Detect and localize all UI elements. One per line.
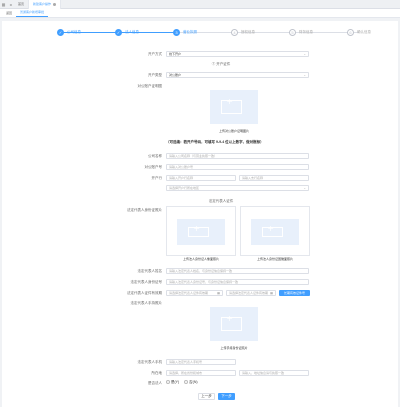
legal-front-upload-area[interactable]: + bbox=[177, 219, 225, 245]
legal-phone-label: 法定代表人手机 bbox=[137, 360, 163, 364]
account-type-value: 对公账户 bbox=[169, 73, 182, 77]
legal-id-label: 法定代表人身份证照片 bbox=[127, 208, 162, 212]
legal-valid-start-placeholder: 请选择法定代表人证件有效期 bbox=[169, 291, 209, 295]
account-type-label: 开户类型 bbox=[148, 73, 162, 77]
open-cert-title: ① 开户证件 bbox=[211, 62, 231, 66]
legal-hand-upload-link[interactable]: 上传手持身份证照片 bbox=[202, 346, 266, 350]
open-method-select[interactable]: 线下开户 ⌄ bbox=[166, 51, 309, 57]
step-1-label: 公司信息 bbox=[67, 30, 81, 34]
tab-home[interactable]: 首页 bbox=[14, 0, 28, 9]
legal-back-upload-area[interactable]: + bbox=[251, 219, 299, 245]
bank-region-placeholder: 请选择开户行所在地区 bbox=[169, 186, 200, 190]
license-label: 对公账户证明图 bbox=[137, 84, 163, 88]
plus-icon: + bbox=[226, 96, 233, 108]
plus-icon: + bbox=[193, 224, 200, 236]
company-name-label: 公司名称 bbox=[148, 154, 162, 158]
top-tab-bar: ▦ ◂ 首页 新建客户操作 bbox=[0, 0, 400, 9]
step-3-icon: 3 bbox=[173, 29, 180, 36]
step-4-label: 授权信息 bbox=[241, 30, 255, 34]
step-5-label: 财务信息 bbox=[299, 30, 313, 34]
bank-region-select[interactable]: 请选择开户行所在地区 ⌄ bbox=[166, 185, 309, 191]
subtab-approval[interactable]: 普通客户新增审批 bbox=[16, 10, 49, 17]
region-address-input[interactable]: 请输入，地址信息请与执照一致 bbox=[239, 370, 309, 376]
legal-name-input[interactable]: 请输入法定代表人姓名，与身份证信息保持一致 bbox=[166, 268, 309, 274]
step-3-label: 营业执照 bbox=[183, 30, 197, 34]
step-indicator: ✓ 公司信息 ✓ 法人信息 3 营业执照 4 授权信息 5 财务信息 6 确认信… bbox=[57, 29, 377, 39]
calendar-icon: ▦ bbox=[217, 291, 220, 295]
open-method-label: 开户方式 bbox=[148, 52, 162, 56]
legal-back-box: + bbox=[240, 206, 310, 256]
radio-circle-icon bbox=[166, 380, 170, 385]
step-2-icon: ✓ bbox=[115, 29, 122, 36]
sub-tab-bar: 返回 普通客户新增审批 bbox=[0, 9, 400, 18]
next-button[interactable]: 下一步 bbox=[218, 393, 235, 400]
chevron-down-icon: ⌄ bbox=[303, 186, 306, 190]
legal-valid-start-input[interactable]: 请选择法定代表人证件有效期 ▦ bbox=[166, 290, 223, 296]
bank-label: 开户行 bbox=[151, 176, 163, 180]
chevron-down-icon: ⌄ bbox=[303, 73, 306, 77]
is-legal-radio-group: 是(Y) 否(N) bbox=[166, 380, 198, 385]
legal-valid-end-placeholder: 请选择法定代表人证件有效期 bbox=[229, 291, 269, 295]
legal-back-upload-link[interactable]: 上传法人身份证国徽面照片 bbox=[240, 257, 310, 261]
chevron-down-icon: ⌄ bbox=[303, 52, 306, 56]
step-line bbox=[179, 32, 359, 33]
radio-circle-icon bbox=[184, 380, 189, 385]
tab-new-customer[interactable]: 新建客户操作 bbox=[28, 0, 62, 9]
bank-name-input[interactable]: 请输入开户行名称 bbox=[166, 175, 236, 181]
step-6-label: 确认信息 bbox=[357, 30, 371, 34]
legal-front-box: + bbox=[166, 206, 236, 256]
region-label: 所在地 bbox=[151, 371, 163, 375]
license-upload-link[interactable]: 上传对公账户证明图片 bbox=[202, 129, 266, 133]
tab-new-customer-label: 新建客户操作 bbox=[33, 2, 52, 6]
company-name-input[interactable]: 请输入公司名称（与营业执照一致） bbox=[166, 153, 309, 159]
legal-valid-end-input[interactable]: 请选择法定代表人证件有效期 ▦ bbox=[226, 290, 276, 296]
plus-icon: + bbox=[226, 313, 233, 325]
legal-hand-upload-area[interactable]: + bbox=[210, 307, 258, 341]
bank-branch-input[interactable]: 请输入支行名称 bbox=[239, 175, 309, 181]
legal-idno-input[interactable]: 请输入法定代表人身份证号，与身份证信息保持一致 bbox=[166, 279, 309, 285]
close-icon[interactable] bbox=[53, 2, 57, 6]
legal-valid-label: 法定代表人证件有效期 bbox=[127, 291, 162, 295]
plus-icon: + bbox=[267, 224, 274, 236]
legal-idno-label: 法定代表人身份证号 bbox=[130, 280, 163, 284]
radio-no[interactable]: 否(N) bbox=[184, 380, 198, 385]
legal-front-upload-link[interactable]: 上传法人身份证人像面照片 bbox=[166, 257, 236, 261]
legal-name-label: 法定代表人姓名 bbox=[137, 269, 163, 273]
radio-no-label: 否(N) bbox=[189, 380, 198, 384]
is-legal-label: 是否法人 bbox=[148, 381, 162, 385]
open-method-value: 线下开户 bbox=[169, 52, 182, 56]
calendar-icon: ▦ bbox=[270, 291, 273, 295]
legal-phone-input[interactable]: 请输入法定代表人手机号 bbox=[166, 359, 236, 365]
prev-button[interactable]: 上一步 bbox=[198, 393, 215, 400]
step-4-icon: 4 bbox=[231, 29, 238, 36]
step-1-icon: ✓ bbox=[57, 29, 64, 36]
radio-yes[interactable]: 是(Y) bbox=[166, 380, 179, 385]
license-upload-area[interactable]: + bbox=[210, 90, 258, 124]
legal-hand-label: 法定代表人手持照片 bbox=[130, 301, 163, 305]
bank-account-input[interactable]: 请输入对公账户号 bbox=[166, 164, 309, 170]
radio-yes-label: 是(Y) bbox=[171, 380, 180, 384]
step-5-icon: 5 bbox=[289, 29, 296, 36]
main-panel: ✓ 公司信息 ✓ 法人信息 3 营业执照 4 授权信息 5 财务信息 6 确认信… bbox=[2, 21, 398, 407]
legal-section-title: 法定代表人证件 bbox=[208, 199, 234, 203]
bank-account-label: 对公账户号 bbox=[144, 165, 163, 169]
region-province-input[interactable]: 请选择，所在省份和城市 bbox=[166, 370, 236, 376]
step-2-label: 法人信息 bbox=[125, 30, 139, 34]
app-icon[interactable]: ▦ bbox=[0, 0, 7, 9]
form-note: （可选填：若开户号码，可填写 9-9-4 位以上数字，做对账标） bbox=[166, 140, 264, 144]
long-term-valid-button[interactable]: 长期有效证件号 bbox=[279, 290, 310, 296]
subtab-back[interactable]: 返回 bbox=[2, 11, 16, 17]
step-6-icon: 6 bbox=[347, 29, 354, 36]
account-type-select[interactable]: 对公账户 ⌄ bbox=[166, 72, 309, 78]
back-icon[interactable]: ◂ bbox=[7, 0, 14, 9]
